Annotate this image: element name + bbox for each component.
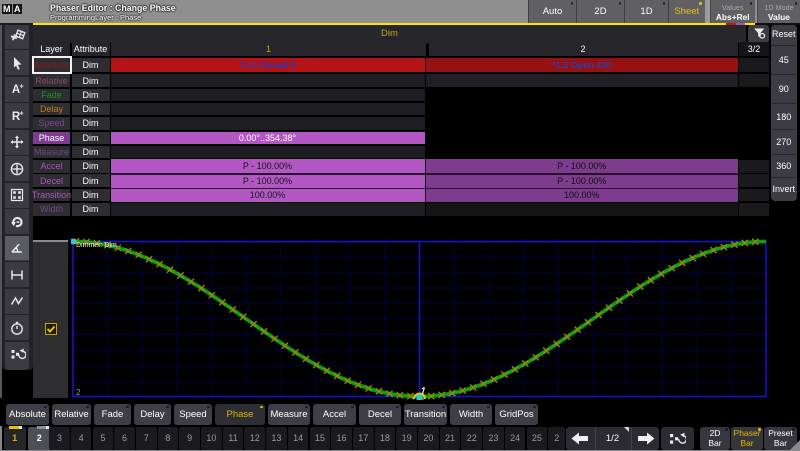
svg-text:+: + [19,110,23,117]
svg-text:+: + [19,84,23,91]
